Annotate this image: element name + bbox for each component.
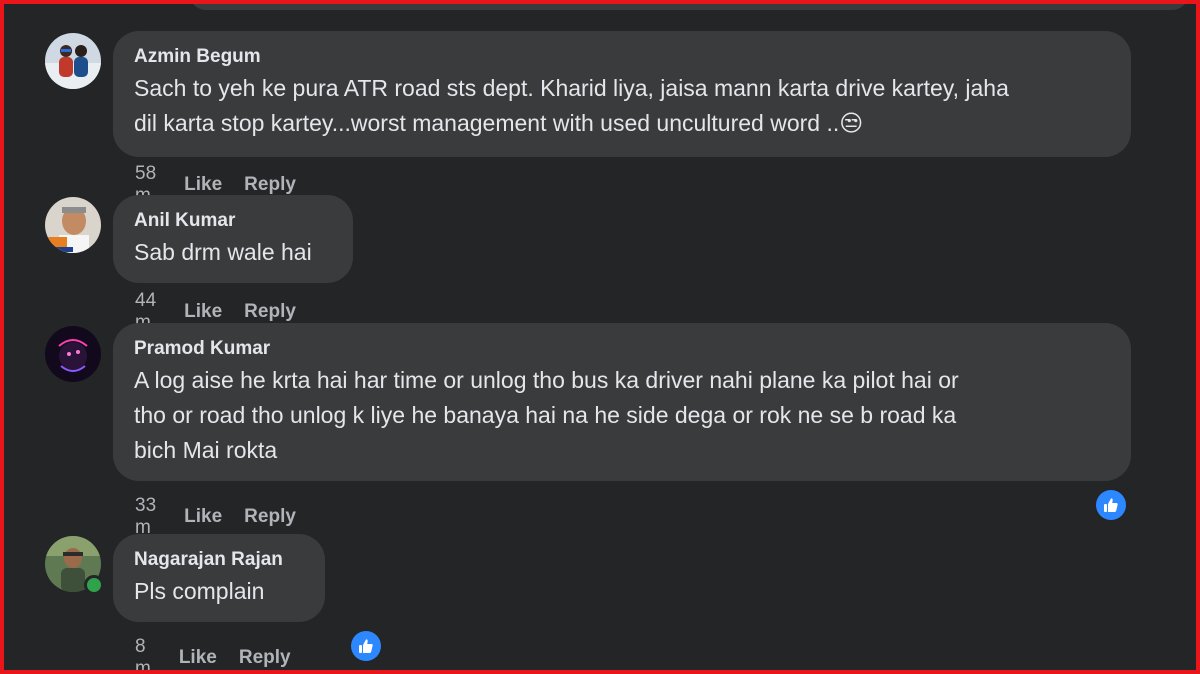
- comment-actions: 33 m Like Reply: [135, 495, 318, 539]
- comment-bubble: Azmin Begum Sach to yeh ke pura ATR road…: [113, 31, 1131, 157]
- comment-timestamp[interactable]: 33 m: [135, 495, 156, 539]
- reply-button[interactable]: Reply: [244, 174, 296, 196]
- avatar-photo: [45, 326, 101, 382]
- avatar[interactable]: [45, 33, 101, 89]
- avatar-photo: [45, 197, 101, 253]
- like-button[interactable]: Like: [179, 647, 217, 669]
- like-reaction-icon[interactable]: [1096, 490, 1126, 520]
- comment-text-line: A log aise he krta hai har time or unlog…: [134, 367, 959, 393]
- avatar-photo: [45, 33, 101, 89]
- comment-author[interactable]: Azmin Begum: [134, 45, 1110, 69]
- thumbs-up-icon: [1104, 498, 1118, 512]
- thumbs-up-icon: [359, 639, 373, 653]
- comment-text-line: tho or road tho unlog k liye he banaya h…: [134, 402, 957, 428]
- previous-comment-bubble-edge: [189, 4, 1189, 10]
- comment-actions: 8 m Like Reply: [135, 636, 313, 670]
- avatar[interactable]: [45, 197, 101, 253]
- comment-bubble: Anil Kumar Sab drm wale hai: [113, 195, 353, 283]
- comment-bubble: Nagarajan Rajan Pls complain: [113, 534, 325, 622]
- comment-text-line: bich Mai rokta: [134, 437, 278, 463]
- comment-text-line: Pls complain: [134, 578, 265, 604]
- comment-text-line: Sach to yeh ke pura ATR road sts dept. K…: [134, 75, 1009, 101]
- reply-button[interactable]: Reply: [239, 647, 291, 669]
- online-status-indicator: [84, 575, 104, 595]
- screenshot-frame: Azmin Begum Sach to yeh ke pura ATR road…: [0, 0, 1200, 674]
- comment-timestamp[interactable]: 8 m: [135, 636, 151, 670]
- reply-button[interactable]: Reply: [244, 301, 296, 323]
- comment-author[interactable]: Anil Kumar: [134, 209, 332, 233]
- comment-text-line: Sab drm wale hai: [134, 239, 312, 265]
- comment-author[interactable]: Nagarajan Rajan: [134, 548, 304, 572]
- avatar[interactable]: [45, 326, 101, 382]
- like-button[interactable]: Like: [184, 506, 222, 528]
- comment-author[interactable]: Pramod Kumar: [134, 337, 1110, 361]
- like-button[interactable]: Like: [184, 301, 222, 323]
- reply-button[interactable]: Reply: [244, 506, 296, 528]
- like-button[interactable]: Like: [184, 174, 222, 196]
- comment-bubble: Pramod Kumar A log aise he krta hai har …: [113, 323, 1131, 481]
- like-reaction-icon[interactable]: [351, 631, 381, 661]
- comment-text-line: dil karta stop kartey...worst management…: [134, 110, 864, 136]
